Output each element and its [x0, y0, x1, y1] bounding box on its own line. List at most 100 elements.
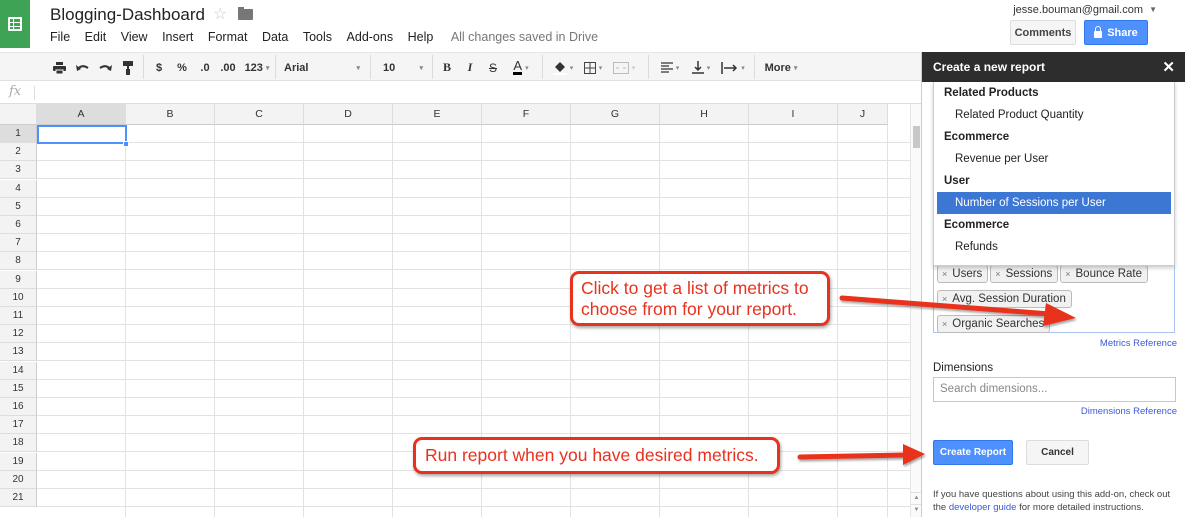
create-report-sidebar: Create a new report ✕ × Users × Sessions × Bo… — [921, 52, 1185, 517]
remove-chip-icon[interactable]: × — [942, 319, 947, 329]
row-header-19[interactable]: 19 — [0, 452, 37, 471]
row-header-2[interactable]: 2 — [0, 143, 37, 162]
select-all-corner[interactable] — [0, 104, 37, 125]
column-header-H[interactable]: H — [660, 104, 749, 125]
column-header-J[interactable]: J — [838, 104, 888, 125]
row-header-5[interactable]: 5 — [0, 197, 37, 216]
account-dropdown-icon[interactable]: ▼ — [1149, 5, 1157, 14]
metrics-reference-link[interactable]: Metrics Reference — [1100, 338, 1177, 349]
menu-bar: File Edit View Insert Format Data Tools Add-ons… — [50, 30, 613, 44]
row-header-7[interactable]: 7 — [0, 234, 37, 253]
fill-handle[interactable] — [123, 141, 129, 147]
help-text: If you have questions about using this a… — [933, 488, 1183, 514]
close-icon[interactable]: ✕ — [1162, 58, 1175, 76]
folder-icon[interactable] — [238, 7, 253, 20]
account-email[interactable]: jesse.bouman@gmail.com — [1013, 4, 1143, 16]
text-color-button[interactable]: A ▾ — [507, 53, 535, 82]
create-report-button[interactable]: Create Report — [933, 440, 1013, 465]
document-title[interactable]: Blogging-Dashboard — [50, 5, 205, 25]
text-wrap-button[interactable]: ▾ — [718, 53, 748, 82]
increase-decimals-button[interactable]: .00 — [218, 53, 238, 82]
dimensions-reference-link[interactable]: Dimensions Reference — [1081, 406, 1177, 417]
chevron-down-icon: ▾ — [793, 64, 798, 72]
row-header-13[interactable]: 13 — [0, 343, 37, 362]
dropdown-option[interactable]: Revenue per User — [934, 148, 1174, 170]
chevron-down-icon: ▾ — [706, 64, 711, 72]
comments-button[interactable]: Comments — [1010, 20, 1076, 45]
menu-edit[interactable]: Edit — [85, 30, 107, 44]
menu-view[interactable]: View — [121, 30, 148, 44]
menu-addons[interactable]: Add-ons — [347, 30, 394, 44]
column-header-D[interactable]: D — [304, 104, 393, 125]
italic-button[interactable]: I — [463, 53, 477, 82]
undo-button[interactable] — [73, 53, 91, 82]
menu-tools[interactable]: Tools — [303, 30, 332, 44]
row-header-9[interactable]: 9 — [0, 270, 37, 289]
currency-format-button[interactable]: $ — [152, 53, 166, 82]
row-header-17[interactable]: 17 — [0, 416, 37, 435]
column-header-F[interactable]: F — [482, 104, 571, 125]
remove-chip-icon[interactable]: × — [942, 294, 947, 304]
scrollbar-thumb[interactable] — [913, 126, 920, 148]
decrease-decimals-button[interactable]: .0 — [196, 53, 214, 82]
redo-button[interactable] — [96, 53, 114, 82]
column-header-A[interactable]: A — [37, 104, 126, 125]
bold-button[interactable]: B — [440, 53, 454, 82]
row-header-1[interactable]: 1 — [0, 125, 37, 143]
more-button[interactable]: More ▾ — [762, 53, 800, 82]
sheets-logo[interactable] — [0, 0, 30, 48]
row-header-15[interactable]: 15 — [0, 379, 37, 398]
font-size-dropdown[interactable]: 10 ▾ — [383, 53, 423, 82]
formula-input[interactable] — [40, 82, 921, 103]
row-header-20[interactable]: 20 — [0, 470, 37, 489]
menu-format[interactable]: Format — [208, 30, 248, 44]
strikethrough-button[interactable]: S — [486, 53, 500, 82]
text-wrap-icon — [721, 61, 738, 74]
font-family-dropdown[interactable]: Arial ▾ — [284, 53, 360, 82]
selected-cell-a1[interactable] — [37, 125, 127, 144]
dropdown-option[interactable]: Refunds — [934, 236, 1174, 258]
row-header-8[interactable]: 8 — [0, 252, 37, 271]
print-icon — [52, 61, 66, 74]
row-header-21[interactable]: 21 — [0, 489, 37, 507]
row-header-6[interactable]: 6 — [0, 216, 37, 234]
vertical-align-button[interactable]: ▾ — [688, 53, 714, 82]
cancel-button[interactable]: Cancel — [1026, 440, 1089, 465]
share-button[interactable]: Share — [1084, 20, 1148, 45]
merge-cells-button[interactable]: ▾ — [610, 53, 638, 82]
row-header-16[interactable]: 16 — [0, 398, 37, 416]
row-header-18[interactable]: 18 — [0, 434, 37, 453]
help-text-end: for more detailed instructions. — [1016, 502, 1144, 513]
vertical-scrollbar[interactable]: ▲ ▼ — [910, 104, 922, 517]
remove-chip-icon[interactable]: × — [1065, 269, 1070, 279]
menu-file[interactable]: File — [50, 30, 70, 44]
dimensions-search-input[interactable]: Search dimensions... — [933, 377, 1176, 402]
dropdown-option[interactable]: Number of Sessions per User — [937, 192, 1171, 214]
percent-format-button[interactable]: % — [174, 53, 190, 82]
borders-button[interactable]: ▾ — [580, 53, 606, 82]
remove-chip-icon[interactable]: × — [995, 269, 1000, 279]
column-header-I[interactable]: I — [749, 104, 838, 125]
horizontal-align-button[interactable]: ▾ — [656, 53, 684, 82]
column-header-B[interactable]: B — [126, 104, 215, 125]
number-format-dropdown[interactable]: 123 ▾ — [241, 53, 273, 82]
dropdown-option[interactable]: Related Product Quantity — [934, 104, 1174, 126]
row-header-4[interactable]: 4 — [0, 179, 37, 198]
developer-guide-link[interactable]: developer guide — [949, 502, 1017, 513]
row-header-3[interactable]: 3 — [0, 161, 37, 180]
row-header-12[interactable]: 12 — [0, 325, 37, 344]
print-button[interactable] — [50, 53, 68, 82]
paint-format-button[interactable] — [120, 53, 136, 82]
row-header-14[interactable]: 14 — [0, 361, 37, 380]
column-header-E[interactable]: E — [393, 104, 482, 125]
row-header-11[interactable]: 11 — [0, 307, 37, 325]
row-header-10[interactable]: 10 — [0, 288, 37, 307]
fill-color-button[interactable]: ▾ — [549, 53, 577, 82]
column-header-C[interactable]: C — [215, 104, 304, 125]
menu-data[interactable]: Data — [262, 30, 288, 44]
star-icon[interactable]: ☆ — [213, 4, 227, 24]
menu-help[interactable]: Help — [408, 30, 434, 44]
column-header-G[interactable]: G — [571, 104, 660, 125]
remove-chip-icon[interactable]: × — [942, 269, 947, 279]
menu-insert[interactable]: Insert — [162, 30, 193, 44]
